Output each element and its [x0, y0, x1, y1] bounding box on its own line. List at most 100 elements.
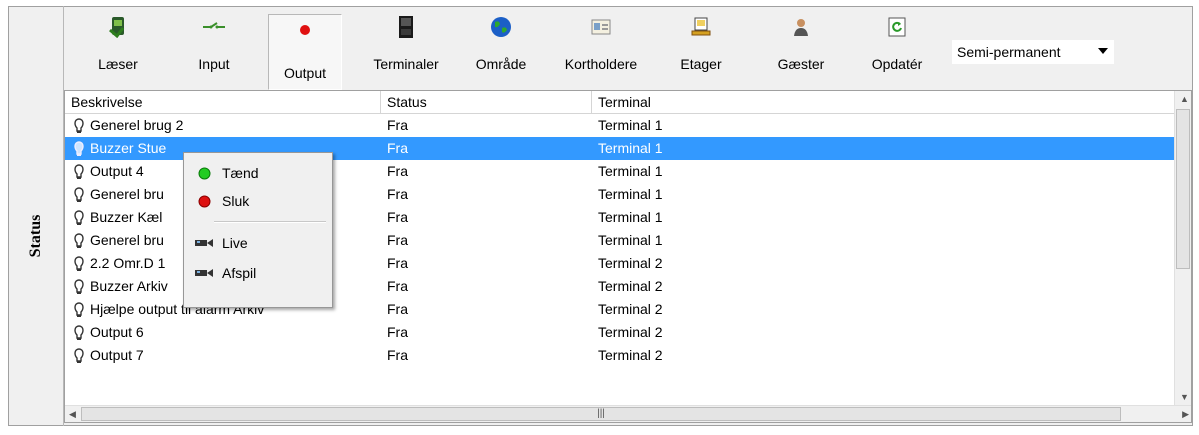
table-row[interactable]: Generel brug 2 Fra Terminal 1 — [65, 114, 1175, 137]
bulb-icon — [74, 163, 84, 179]
menu-item-label: Sluk — [222, 193, 250, 209]
horizontal-scrollbar[interactable]: ◀ ||| ▶ — [65, 405, 1191, 422]
vertical-scroll-thumb[interactable] — [1176, 109, 1190, 269]
terminal-icon — [393, 14, 419, 40]
row-description: Generel brug 2 — [90, 117, 184, 133]
row-description: 2.2 Omr.D 1 — [90, 255, 166, 271]
toolbar-button-input[interactable]: Input — [184, 12, 244, 86]
mode-select-value: Semi-permanent — [957, 44, 1061, 60]
table-row[interactable]: Output 6 Fra Terminal 2 — [65, 321, 1175, 344]
reader-icon — [105, 14, 131, 40]
column-header-terminal[interactable]: Terminal — [592, 91, 1175, 113]
scroll-up-icon[interactable]: ▲ — [1180, 94, 1189, 104]
row-status: Fra — [387, 140, 408, 156]
toolbar-button-refresh[interactable]: Opdatér — [862, 12, 932, 86]
vertical-scrollbar[interactable]: ▲ ▼ — [1174, 91, 1191, 405]
row-terminal: Terminal 1 — [598, 209, 663, 225]
row-status: Fra — [387, 324, 408, 340]
menu-item-playback[interactable]: Afspil — [184, 261, 332, 285]
camera-play-icon — [195, 269, 213, 277]
bulb-icon — [74, 255, 84, 271]
column-header-status[interactable]: Status — [381, 91, 592, 113]
row-description: Buzzer Stue — [90, 140, 167, 156]
green-dot-icon — [198, 167, 210, 179]
menu-item-label: Live — [222, 235, 248, 251]
row-description: Output 7 — [90, 347, 144, 363]
row-status: Fra — [387, 347, 408, 363]
menu-separator — [214, 221, 326, 223]
horizontal-scroll-thumb[interactable]: ||| — [81, 407, 1121, 421]
cardholder-icon — [588, 14, 614, 40]
bulb-icon — [74, 324, 84, 340]
row-status: Fra — [387, 232, 408, 248]
toolbar-button-reader[interactable]: Læser — [88, 12, 148, 86]
bulb-icon — [74, 278, 84, 294]
input-icon — [201, 14, 227, 40]
bulb-icon — [74, 209, 84, 225]
table-header: Beskrivelse Status Terminal — [65, 91, 1175, 114]
menu-item-on[interactable]: Tænd — [184, 161, 332, 185]
row-terminal: Terminal 2 — [598, 301, 663, 317]
toolbar: Læser Input Output Terminaler Område Kor… — [66, 8, 1186, 90]
bulb-icon — [74, 186, 84, 202]
row-terminal: Terminal 1 — [598, 186, 663, 202]
toolbar-button-cardholders[interactable]: Kortholdere — [556, 12, 646, 86]
red-dot-icon — [198, 195, 210, 207]
row-description: Output 6 — [90, 324, 144, 340]
mode-select[interactable]: Semi-permanent — [952, 40, 1114, 64]
row-terminal: Terminal 2 — [598, 255, 663, 271]
row-status: Fra — [387, 209, 408, 225]
row-terminal: Terminal 1 — [598, 232, 663, 248]
toolbar-button-label: Område — [475, 56, 527, 72]
toolbar-button-label: Læser — [98, 56, 138, 72]
row-terminal: Terminal 2 — [598, 347, 663, 363]
toolbar-button-guests[interactable]: Gæster — [766, 12, 836, 86]
table-row[interactable]: Output 7 Fra Terminal 2 — [65, 344, 1175, 367]
menu-item-off[interactable]: Sluk — [184, 189, 332, 213]
toolbar-button-label: Etager — [680, 56, 722, 72]
row-terminal: Terminal 1 — [598, 163, 663, 179]
toolbar-button-terminals[interactable]: Terminaler — [366, 12, 446, 86]
row-description: Generel bru — [90, 186, 164, 202]
bulb-icon — [74, 140, 84, 156]
row-status: Fra — [387, 278, 408, 294]
bulb-icon — [74, 301, 84, 317]
toolbar-button-label: Input — [198, 56, 230, 72]
toolbar-button-label: Opdatér — [871, 56, 923, 72]
row-status: Fra — [387, 163, 408, 179]
context-menu: Tænd Sluk Live Afspil — [183, 152, 333, 308]
scroll-left-icon[interactable]: ◀ — [69, 409, 76, 420]
refresh-icon — [884, 14, 910, 40]
row-description: Output 4 — [90, 163, 144, 179]
row-terminal: Terminal 1 — [598, 117, 663, 133]
row-terminal: Terminal 2 — [598, 278, 663, 294]
row-status: Fra — [387, 117, 408, 133]
side-panel: Status — [8, 6, 64, 426]
guest-icon — [788, 14, 814, 40]
menu-item-label: Afspil — [222, 265, 257, 281]
chevron-down-icon[interactable] — [1098, 48, 1108, 54]
bulb-icon — [74, 117, 84, 133]
floor-icon — [688, 14, 714, 40]
row-description: Generel bru — [90, 232, 164, 248]
scroll-down-icon[interactable]: ▼ — [1180, 392, 1189, 402]
scroll-right-icon[interactable]: ▶ — [1182, 409, 1189, 420]
side-label: Status — [27, 214, 44, 258]
menu-item-label: Tænd — [222, 165, 259, 181]
toolbar-button-label: Gæster — [777, 56, 825, 72]
toolbar-button-area[interactable]: Område — [466, 12, 536, 86]
toolbar-button-output[interactable]: Output — [268, 14, 342, 90]
row-description: Buzzer Arkiv — [90, 278, 168, 294]
row-description: Buzzer Kæl — [90, 209, 163, 225]
globe-icon — [488, 14, 514, 40]
toolbar-button-floors[interactable]: Etager — [666, 12, 736, 86]
toolbar-button-label: Output — [283, 65, 327, 81]
toolbar-button-label: Kortholdere — [564, 56, 638, 72]
column-header-description[interactable]: Beskrivelse — [65, 91, 381, 113]
menu-item-live[interactable]: Live — [184, 231, 332, 255]
row-terminal: Terminal 2 — [598, 324, 663, 340]
row-status: Fra — [387, 301, 408, 317]
row-terminal: Terminal 1 — [598, 140, 663, 156]
bulb-icon — [74, 347, 84, 363]
row-status: Fra — [387, 255, 408, 271]
